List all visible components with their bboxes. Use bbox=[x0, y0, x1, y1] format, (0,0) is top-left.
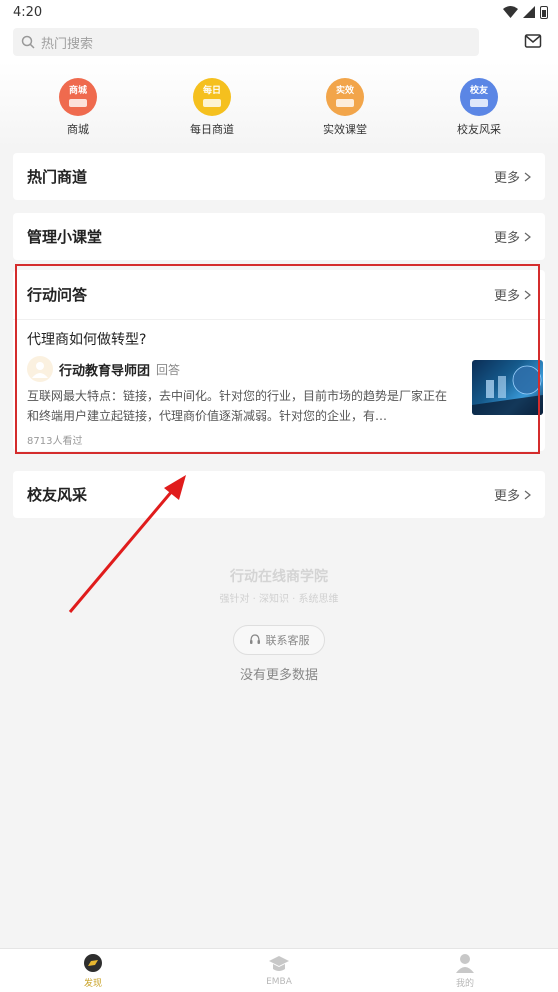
tab-label: 发现 bbox=[83, 978, 102, 989]
quick-nav-daily[interactable]: 每日 每日商道 bbox=[167, 78, 257, 137]
compass-icon bbox=[84, 953, 102, 972]
chevron-right-icon bbox=[524, 490, 531, 499]
practical-class-icon: 实效 bbox=[326, 78, 364, 116]
search-placeholder: 热门搜索 bbox=[41, 36, 94, 52]
daily-icon: 每日 bbox=[193, 78, 231, 116]
more-link[interactable]: 更多 bbox=[494, 485, 531, 504]
quick-nav-mall[interactable]: 商城 商城 bbox=[33, 78, 123, 137]
brand-name: 行动在线商学院 bbox=[230, 569, 328, 585]
contact-service-button[interactable]: 联系客服 bbox=[233, 625, 325, 655]
mall-icon: 商城 bbox=[59, 78, 97, 116]
search-header: 热门搜索 bbox=[0, 24, 558, 62]
alumni-icon: 校友 bbox=[460, 78, 498, 116]
battery-icon bbox=[540, 5, 548, 19]
section-management-class: 管理小课堂 更多 bbox=[13, 213, 545, 260]
tab-emba[interactable]: EMBA bbox=[186, 949, 372, 992]
chevron-right-icon bbox=[524, 232, 531, 241]
brand-slogan: 强针对 · 深知识 · 系统思维 bbox=[219, 594, 339, 605]
quick-nav: 商城 商城 每日 每日商道 实效 实效课堂 校友 校友风采 bbox=[0, 62, 558, 148]
mail-icon[interactable] bbox=[524, 32, 542, 50]
graduation-cap-icon bbox=[269, 956, 289, 971]
no-more-data: 没有更多数据 bbox=[239, 668, 318, 683]
section-title: 管理小课堂 bbox=[27, 228, 103, 246]
section-hot-business: 热门商道 更多 bbox=[13, 153, 545, 200]
user-icon bbox=[456, 953, 474, 973]
contact-label: 联系客服 bbox=[265, 634, 310, 647]
status-bar: 4:20 bbox=[0, 0, 558, 24]
headset-icon bbox=[249, 634, 260, 644]
tab-discover[interactable]: 发现 bbox=[0, 949, 186, 992]
more-link[interactable]: 更多 bbox=[494, 167, 531, 186]
search-input[interactable]: 热门搜索 bbox=[13, 28, 479, 56]
tab-mine[interactable]: 我的 bbox=[372, 949, 558, 992]
footer-brand: 行动在线商学院 强针对 · 深知识 · 系统思维 bbox=[0, 566, 558, 605]
quick-nav-label: 校友风采 bbox=[457, 123, 501, 136]
section-title: 热门商道 bbox=[27, 168, 88, 186]
quick-nav-label: 实效课堂 bbox=[323, 123, 367, 136]
search-icon bbox=[21, 35, 35, 49]
bottom-tab-bar: 发现 EMBA 我的 bbox=[0, 948, 558, 992]
status-icons bbox=[503, 5, 548, 19]
wifi-icon bbox=[503, 6, 518, 18]
signal-icon bbox=[523, 6, 535, 18]
chevron-right-icon bbox=[524, 172, 531, 181]
more-link[interactable]: 更多 bbox=[494, 227, 531, 246]
quick-nav-label: 商城 bbox=[67, 123, 89, 136]
status-time: 4:20 bbox=[13, 4, 43, 20]
quick-nav-practical[interactable]: 实效 实效课堂 bbox=[300, 78, 390, 137]
highlight-box bbox=[15, 264, 540, 454]
tab-label: EMBA bbox=[266, 977, 292, 987]
quick-nav-label: 每日商道 bbox=[190, 123, 234, 136]
quick-nav-alumni[interactable]: 校友 校友风采 bbox=[434, 78, 524, 137]
tab-label: 我的 bbox=[455, 978, 474, 989]
